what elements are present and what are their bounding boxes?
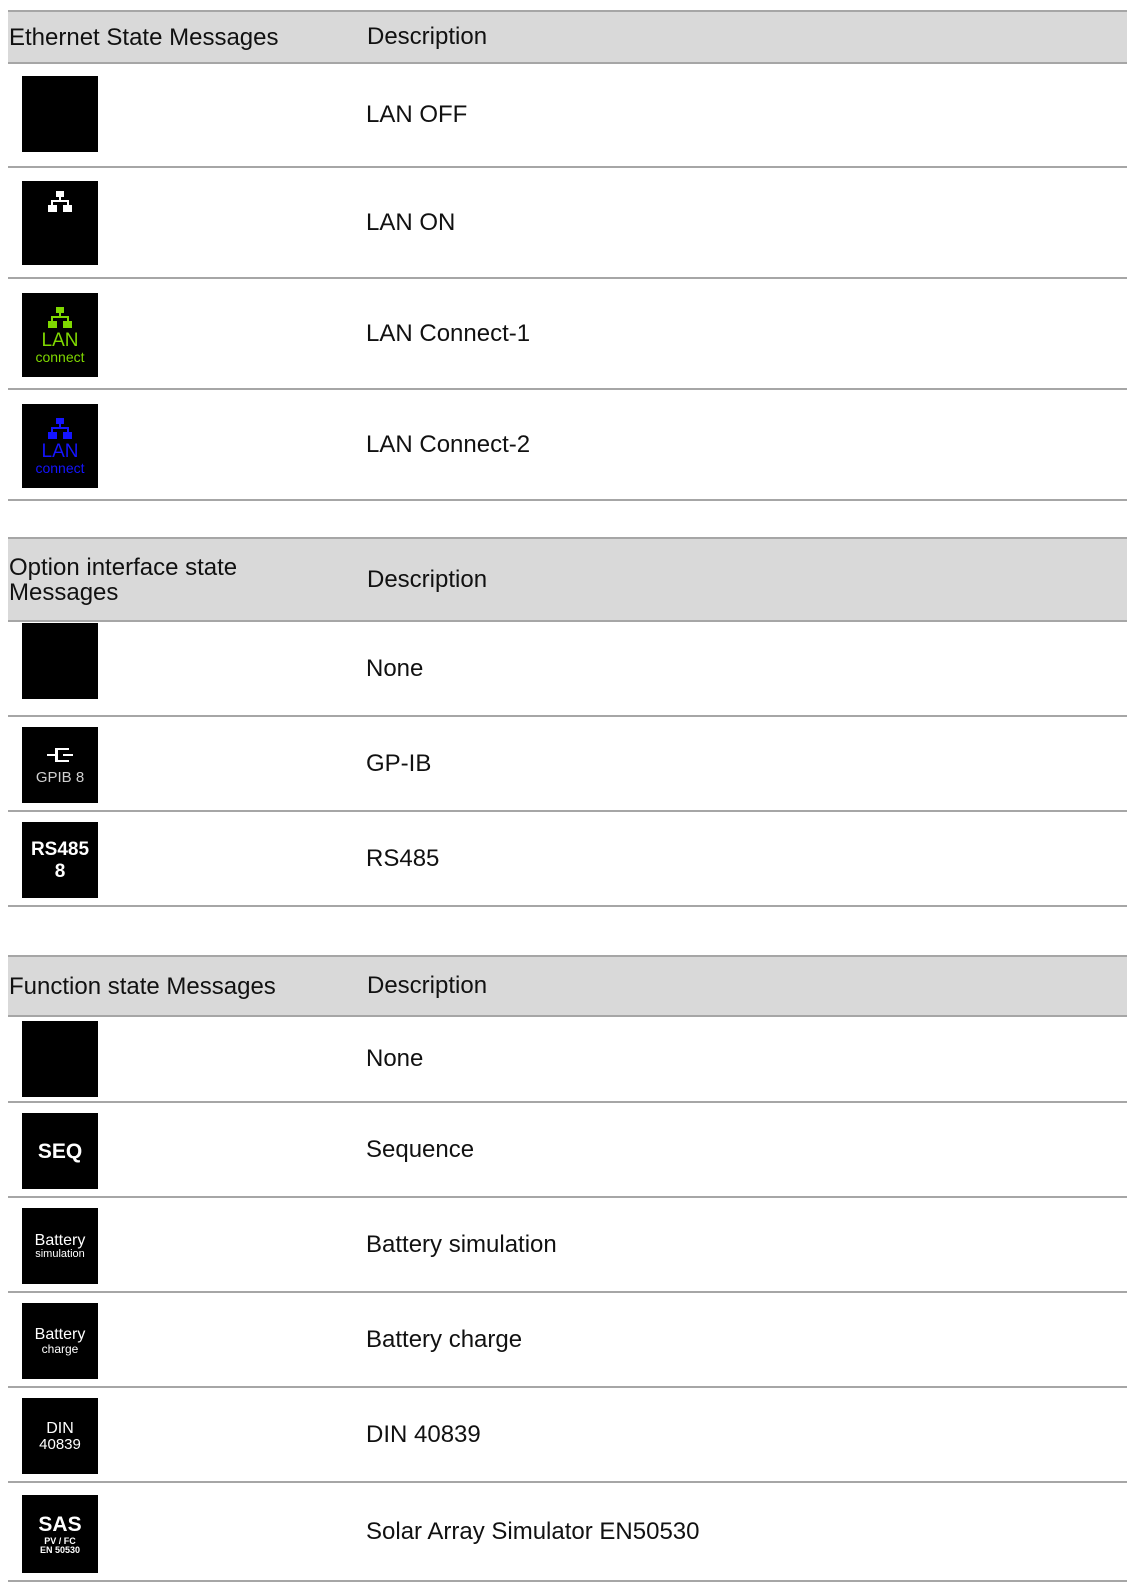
- row-description: Solar Array Simulator EN50530: [366, 1517, 700, 1545]
- table-row: LAN ON: [8, 168, 1127, 279]
- row-description: Sequence: [366, 1135, 475, 1163]
- row-description: RS485: [366, 844, 440, 872]
- lan-connect-green-icon: LAN connect: [22, 293, 98, 377]
- row-description: None: [366, 1045, 424, 1072]
- table-row: SEQ Sequence: [8, 1103, 1127, 1198]
- table-row: SAS PV / FC EN 50530 Solar Array Simulat…: [8, 1483, 1127, 1582]
- header-col1: Option interface state Messages: [9, 553, 238, 606]
- table-row: Battery charge Battery charge: [8, 1293, 1127, 1388]
- table-header: Option interface state Messages Descript…: [8, 537, 1127, 622]
- option-interface-table: Option interface state Messages Descript…: [8, 537, 1127, 907]
- sas-icon: SAS PV / FC EN 50530: [22, 1495, 98, 1573]
- table-row: GPIB 8 GP-IB: [8, 717, 1127, 812]
- blank-icon: [22, 623, 98, 699]
- gpib-icon: GPIB 8: [22, 727, 98, 803]
- table-row: LAN OFF: [8, 64, 1127, 168]
- din-icon: DIN 40839: [22, 1398, 98, 1474]
- table-row: DIN 40839 DIN 40839: [8, 1388, 1127, 1483]
- network-icon: [22, 181, 98, 265]
- table-row: None: [8, 622, 1127, 717]
- header-col2: Description: [367, 23, 488, 50]
- table-row: LAN connect LAN Connect-1: [8, 279, 1127, 390]
- row-description: DIN 40839: [366, 1420, 481, 1448]
- row-description: LAN Connect-2: [366, 430, 531, 458]
- table-header: Ethernet State Messages Description: [8, 10, 1127, 64]
- header-col1: Function state Messages: [9, 972, 276, 1000]
- header-col2: Description: [367, 565, 488, 593]
- function-state-table: Function state Messages Description None…: [8, 955, 1127, 1582]
- blank-icon: [22, 1021, 98, 1097]
- row-description: LAN ON: [366, 208, 456, 236]
- header-col2: Description: [367, 972, 488, 999]
- table-row: LAN connect LAN Connect-2: [8, 390, 1127, 501]
- row-description: LAN OFF: [366, 101, 468, 128]
- battery-charge-icon: Battery charge: [22, 1303, 98, 1379]
- table-header: Function state Messages Description: [8, 955, 1127, 1017]
- row-description: LAN Connect-1: [366, 319, 531, 347]
- lan-connect-blue-icon: LAN connect: [22, 404, 98, 488]
- ethernet-state-table: Ethernet State Messages Description LAN …: [8, 10, 1127, 501]
- table-row: RS485 8 RS485: [8, 812, 1127, 907]
- seq-icon: SEQ: [22, 1113, 98, 1189]
- row-description: None: [366, 654, 424, 682]
- rs485-icon: RS485 8: [22, 822, 98, 898]
- battery-simulation-icon: Battery simulation: [22, 1208, 98, 1284]
- blank-icon: [22, 76, 98, 152]
- table-row: None: [8, 1017, 1127, 1103]
- row-description: GP-IB: [366, 749, 432, 777]
- table-row: Battery simulation Battery simulation: [8, 1198, 1127, 1293]
- row-description: Battery simulation: [366, 1230, 557, 1258]
- header-col1: Ethernet State Messages: [9, 23, 279, 51]
- row-description: Battery charge: [366, 1325, 523, 1353]
